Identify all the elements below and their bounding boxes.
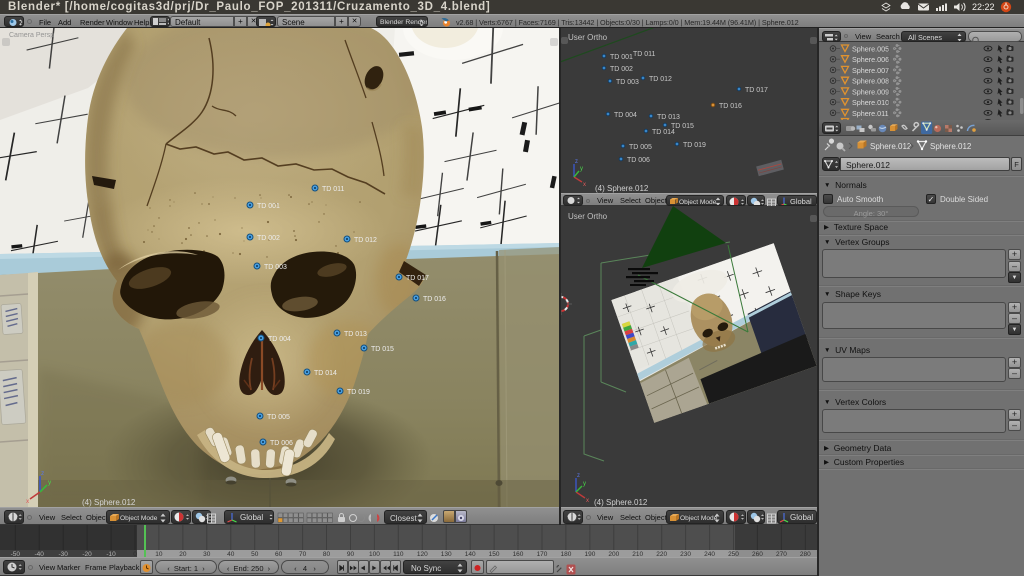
svg-text:Global: Global (790, 513, 813, 522)
svg-text:z: z (577, 473, 580, 479)
svg-text:Sphere.008: Sphere.008 (852, 77, 889, 86)
svg-text:TD 003: TD 003 (264, 264, 287, 271)
svg-text:TD 019: TD 019 (683, 142, 706, 149)
svg-text:(4) Sphere.012: (4) Sphere.012 (594, 498, 648, 507)
svg-text:x: x (583, 182, 586, 188)
svg-text:TD 004: TD 004 (268, 336, 291, 343)
svg-text:TD 001: TD 001 (610, 54, 633, 61)
svg-text:TD 001: TD 001 (257, 203, 280, 210)
svg-text:Camera Persp: Camera Persp (9, 32, 54, 39)
svg-text:Global: Global (240, 513, 263, 522)
svg-text:y: y (580, 166, 583, 172)
svg-text:TD 002: TD 002 (257, 235, 280, 242)
svg-text:(4) Sphere.012: (4) Sphere.012 (82, 498, 136, 507)
svg-text:TD 002: TD 002 (610, 66, 633, 73)
svg-text:TD 006: TD 006 (627, 157, 650, 164)
svg-text:TD 017: TD 017 (745, 87, 768, 94)
svg-text:TD 013: TD 013 (657, 114, 680, 121)
svg-text:TD 014: TD 014 (652, 129, 675, 136)
svg-text:Sphere.010: Sphere.010 (852, 98, 889, 107)
svg-text:User Ortho: User Ortho (568, 33, 608, 42)
svg-text:TD 019: TD 019 (347, 389, 370, 396)
svg-text:z: z (575, 159, 578, 165)
svg-text:Sphere.011: Sphere.011 (852, 109, 889, 118)
svg-text:Sphere.009: Sphere.009 (852, 87, 889, 96)
svg-text:TD 003: TD 003 (616, 79, 639, 86)
svg-text:Sphere.005: Sphere.005 (852, 45, 889, 54)
svg-text:TD 006: TD 006 (270, 440, 293, 447)
svg-text:TD 013: TD 013 (344, 331, 367, 338)
svg-text:TD 004: TD 004 (614, 112, 637, 119)
svg-text:z: z (41, 470, 44, 477)
svg-text:TD 015: TD 015 (371, 346, 394, 353)
svg-text:TD 011: TD 011 (322, 186, 345, 193)
svg-text:TD 005: TD 005 (629, 144, 652, 151)
svg-text:Global: Global (790, 197, 812, 206)
svg-text:TD 011: TD 011 (633, 51, 656, 58)
svg-text:TD 016: TD 016 (423, 296, 446, 303)
svg-text:Sphere.006: Sphere.006 (852, 55, 889, 64)
svg-text:y: y (583, 481, 586, 487)
svg-text:TD 012: TD 012 (354, 237, 377, 244)
svg-text:TD 005: TD 005 (267, 414, 290, 421)
svg-text:(4) Sphere.012: (4) Sphere.012 (595, 184, 649, 193)
svg-text:Sphere.012: Sphere.012 (870, 142, 912, 151)
svg-text:x: x (586, 498, 589, 504)
svg-text:Sphere.012: Sphere.012 (930, 142, 972, 151)
svg-text:TD 016: TD 016 (719, 103, 742, 110)
svg-text:User Ortho: User Ortho (568, 212, 608, 221)
svg-text:TD 012: TD 012 (649, 76, 672, 83)
svg-text:22:22: 22:22 (972, 2, 995, 12)
svg-text:TD 017: TD 017 (406, 275, 429, 282)
svg-text:Sphere.007: Sphere.007 (852, 66, 889, 75)
svg-text:TD 014: TD 014 (314, 370, 337, 377)
